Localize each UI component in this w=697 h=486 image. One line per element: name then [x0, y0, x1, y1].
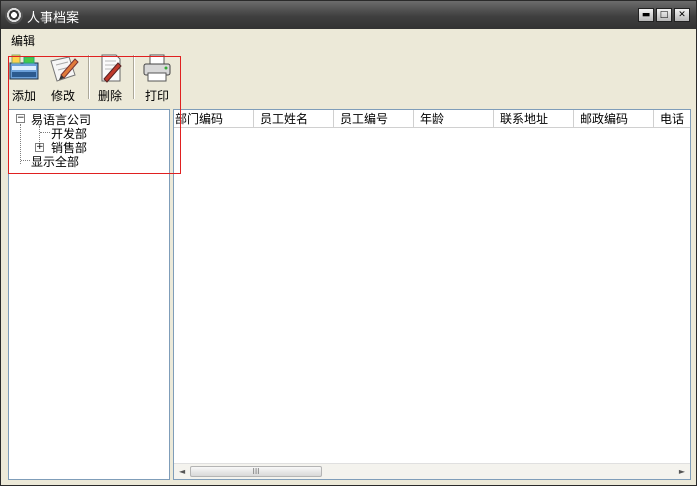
list-header: 部门编码 员工姓名 员工编号 年龄 联系地址 邮政编码 电话	[174, 110, 690, 128]
delete-icon	[94, 53, 126, 83]
title-bar[interactable]: 人事档案 ▬ □ ✕	[1, 1, 696, 29]
menu-edit[interactable]: 编辑	[11, 32, 35, 49]
column-header[interactable]: 员工编号	[334, 110, 414, 128]
toolbar-separator	[133, 55, 135, 99]
minimize-button[interactable]: ▬	[638, 8, 654, 22]
department-tree[interactable]: − 易语言公司 开发部 + 销售部 显示全部	[8, 109, 170, 480]
modify-button[interactable]: 修改	[43, 53, 83, 103]
tree-line	[20, 124, 21, 164]
column-header[interactable]: 邮政编码	[574, 110, 654, 128]
add-label: 添加	[11, 89, 36, 103]
close-button[interactable]: ✕	[674, 8, 690, 22]
tree-line	[40, 132, 50, 133]
edit-icon	[47, 53, 79, 83]
app-icon	[5, 6, 23, 24]
print-button[interactable]: 打印	[137, 53, 177, 103]
window-title: 人事档案	[27, 11, 80, 26]
delete-button[interactable]: 删除	[90, 53, 130, 103]
printer-icon	[141, 53, 173, 83]
expand-toggle[interactable]: +	[35, 143, 44, 152]
add-button[interactable]: 添加	[4, 53, 44, 103]
column-header[interactable]: 部门编码	[174, 110, 254, 128]
horizontal-scrollbar[interactable]: ◄ III ►	[174, 463, 690, 479]
scroll-thumb[interactable]: III	[190, 466, 322, 477]
modify-label: 修改	[50, 89, 75, 103]
menu-bar: 编辑	[1, 29, 696, 49]
add-icon	[8, 53, 40, 83]
column-header[interactable]: 员工姓名	[254, 110, 334, 128]
print-label: 打印	[144, 89, 169, 103]
delete-label: 删除	[97, 89, 122, 103]
toolbar: 添加 修改 删除 打印	[1, 49, 696, 105]
window-controls: ▬ □ ✕	[638, 8, 690, 22]
employee-list[interactable]: 部门编码 员工姓名 员工编号 年龄 联系地址 邮政编码 电话 ◄ III ►	[173, 109, 691, 480]
column-header[interactable]: 电话	[654, 110, 690, 128]
maximize-button[interactable]: □	[656, 8, 672, 22]
scroll-right-icon[interactable]: ►	[679, 467, 685, 476]
tree-node-show-all[interactable]: 显示全部	[31, 153, 79, 170]
main-window: 人事档案 ▬ □ ✕ 编辑 添加 修改 删除 打印 − 易语言公司 开发部 + …	[0, 0, 697, 486]
tree-line	[21, 160, 30, 161]
column-header[interactable]: 联系地址	[494, 110, 574, 128]
column-header[interactable]: 年龄	[414, 110, 494, 128]
scroll-left-icon[interactable]: ◄	[179, 467, 185, 476]
collapse-toggle[interactable]: −	[16, 114, 25, 123]
